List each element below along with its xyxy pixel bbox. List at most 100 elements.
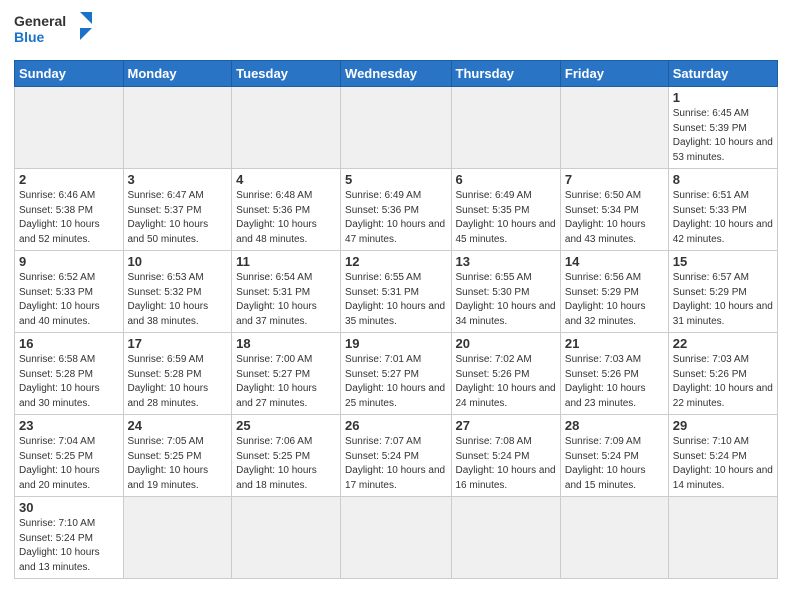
day-header-sunday: Sunday: [15, 61, 124, 87]
day-info: Sunrise: 7:02 AM Sunset: 5:26 PM Dayligh…: [456, 353, 556, 411]
calendar-cell: [560, 497, 668, 579]
day-info: Sunrise: 6:45 AM Sunset: 5:39 PM Dayligh…: [673, 107, 773, 165]
day-info: Sunrise: 7:08 AM Sunset: 5:24 PM Dayligh…: [456, 435, 556, 493]
calendar-cell: 21 Sunrise: 7:03 AM Sunset: 5:26 PM Dayli…: [560, 333, 668, 415]
day-number: 24: [128, 418, 228, 433]
calendar-cell: 25Sunrise: 7:06 AM Sunset: 5:25 PM Dayli…: [232, 415, 341, 497]
calendar-cell: 18 Sunrise: 7:00 AM Sunset: 5:27 PM Dayli…: [232, 333, 341, 415]
day-info: Sunrise: 7:03 AM Sunset: 5:26 PM Dayligh…: [565, 353, 664, 411]
calendar-cell: 20Sunrise: 7:02 AM Sunset: 5:26 PM Dayli…: [451, 333, 560, 415]
calendar-cell: [232, 497, 341, 579]
calendar-cell: [341, 497, 451, 579]
day-number: 12: [345, 254, 446, 269]
day-number: 4: [236, 172, 336, 187]
day-info: Sunrise: 6:46 AM Sunset: 5:38 PM Dayligh…: [19, 189, 119, 247]
day-number: 17: [128, 336, 228, 351]
day-number: 11: [236, 254, 336, 269]
calendar-cell: 17 Sunrise: 6:59 AM Sunset: 5:28 PM Dayli…: [123, 333, 232, 415]
calendar-cell: 22 Sunrise: 7:03 AM Sunset: 5:26 PM Dayli…: [668, 333, 777, 415]
day-info: Sunrise: 7:03 AM Sunset: 5:26 PM Dayligh…: [673, 353, 773, 411]
day-info: Sunrise: 6:55 AM Sunset: 5:31 PM Dayligh…: [345, 271, 446, 329]
day-number: 22: [673, 336, 773, 351]
day-info: Sunrise: 6:55 AM Sunset: 5:30 PM Dayligh…: [456, 271, 556, 329]
day-header-thursday: Thursday: [451, 61, 560, 87]
day-info: Sunrise: 6:56 AM Sunset: 5:29 PM Dayligh…: [565, 271, 664, 329]
day-info: Sunrise: 6:51 AM Sunset: 5:33 PM Dayligh…: [673, 189, 773, 247]
day-info: Sunrise: 6:57 AM Sunset: 5:29 PM Dayligh…: [673, 271, 773, 329]
day-info: Sunrise: 6:48 AM Sunset: 5:36 PM Dayligh…: [236, 189, 336, 247]
day-number: 10: [128, 254, 228, 269]
day-header-friday: Friday: [560, 61, 668, 87]
calendar-cell: 14Sunrise: 6:56 AM Sunset: 5:29 PM Dayli…: [560, 251, 668, 333]
day-info: Sunrise: 6:50 AM Sunset: 5:34 PM Dayligh…: [565, 189, 664, 247]
day-number: 30: [19, 500, 119, 515]
calendar-cell: 9 Sunrise: 6:52 AM Sunset: 5:33 PM Daylig…: [15, 251, 124, 333]
calendar-cell: 29Sunrise: 7:10 AM Sunset: 5:24 PM Dayli…: [668, 415, 777, 497]
calendar-cell: 5 Sunrise: 6:49 AM Sunset: 5:36 PM Daylig…: [341, 169, 451, 251]
calendar-cell: 30 Sunrise: 7:10 AM Sunset: 5:24 PM Dayli…: [15, 497, 124, 579]
day-header-tuesday: Tuesday: [232, 61, 341, 87]
day-info: Sunrise: 6:47 AM Sunset: 5:37 PM Dayligh…: [128, 189, 228, 247]
calendar-cell: 15 Sunrise: 6:57 AM Sunset: 5:29 PM Dayli…: [668, 251, 777, 333]
day-number: 2: [19, 172, 119, 187]
calendar-cell: 11 Sunrise: 6:54 AM Sunset: 5:31 PM Dayli…: [232, 251, 341, 333]
day-info: Sunrise: 7:10 AM Sunset: 5:24 PM Dayligh…: [673, 435, 773, 493]
day-info: Sunrise: 6:53 AM Sunset: 5:32 PM Dayligh…: [128, 271, 228, 329]
day-number: 5: [345, 172, 446, 187]
day-number: 23: [19, 418, 119, 433]
day-info: Sunrise: 6:52 AM Sunset: 5:33 PM Dayligh…: [19, 271, 119, 329]
calendar-cell: 1 Sunrise: 6:45 AM Sunset: 5:39 PM Daylig…: [668, 87, 777, 169]
day-number: 16: [19, 336, 119, 351]
calendar-cell: [451, 497, 560, 579]
day-info: Sunrise: 7:07 AM Sunset: 5:24 PM Dayligh…: [345, 435, 446, 493]
svg-text:Blue: Blue: [14, 29, 45, 45]
calendar-cell: [668, 497, 777, 579]
day-info: Sunrise: 7:00 AM Sunset: 5:27 PM Dayligh…: [236, 353, 336, 411]
day-number: 7: [565, 172, 664, 187]
day-number: 26: [345, 418, 446, 433]
calendar-week-4: 23 Sunrise: 7:04 AM Sunset: 5:25 PM Dayli…: [15, 415, 778, 497]
day-info: Sunrise: 6:49 AM Sunset: 5:36 PM Dayligh…: [345, 189, 446, 247]
svg-text:General: General: [14, 13, 66, 29]
calendar-cell: 2 Sunrise: 6:46 AM Sunset: 5:38 PM Daylig…: [15, 169, 124, 251]
calendar-cell: [123, 87, 232, 169]
calendar-cell: 24Sunrise: 7:05 AM Sunset: 5:25 PM Dayli…: [123, 415, 232, 497]
day-number: 18: [236, 336, 336, 351]
day-info: Sunrise: 6:59 AM Sunset: 5:28 PM Dayligh…: [128, 353, 228, 411]
day-number: 1: [673, 90, 773, 105]
calendar-cell: 8 Sunrise: 6:51 AM Sunset: 5:33 PM Daylig…: [668, 169, 777, 251]
calendar-cell: 3Sunrise: 6:47 AM Sunset: 5:37 PM Daylig…: [123, 169, 232, 251]
calendar-cell: 19 Sunrise: 7:01 AM Sunset: 5:27 PM Dayli…: [341, 333, 451, 415]
day-number: 15: [673, 254, 773, 269]
calendar-container: GeneralBlue SundayMondayTuesdayWednesday…: [0, 0, 792, 589]
day-number: 13: [456, 254, 556, 269]
calendar-cell: [15, 87, 124, 169]
calendar-week-3: 16Sunrise: 6:58 AM Sunset: 5:28 PM Dayli…: [15, 333, 778, 415]
calendar-week-5: 30 Sunrise: 7:10 AM Sunset: 5:24 PM Dayli…: [15, 497, 778, 579]
day-info: Sunrise: 7:10 AM Sunset: 5:24 PM Dayligh…: [19, 517, 119, 575]
day-info: Sunrise: 7:04 AM Sunset: 5:25 PM Dayligh…: [19, 435, 119, 493]
day-number: 6: [456, 172, 556, 187]
calendar-cell: [341, 87, 451, 169]
day-header-monday: Monday: [123, 61, 232, 87]
day-info: Sunrise: 7:09 AM Sunset: 5:24 PM Dayligh…: [565, 435, 664, 493]
calendar-cell: [451, 87, 560, 169]
calendar-cell: 27 Sunrise: 7:08 AM Sunset: 5:24 PM Dayli…: [451, 415, 560, 497]
calendar-cell: 10 Sunrise: 6:53 AM Sunset: 5:32 PM Dayli…: [123, 251, 232, 333]
day-number: 25: [236, 418, 336, 433]
day-info: Sunrise: 7:01 AM Sunset: 5:27 PM Dayligh…: [345, 353, 446, 411]
day-number: 8: [673, 172, 773, 187]
calendar-cell: 6Sunrise: 6:49 AM Sunset: 5:35 PM Daylig…: [451, 169, 560, 251]
calendar-cell: 16Sunrise: 6:58 AM Sunset: 5:28 PM Dayli…: [15, 333, 124, 415]
calendar-cell: [560, 87, 668, 169]
day-number: 19: [345, 336, 446, 351]
calendar-week-0: 1 Sunrise: 6:45 AM Sunset: 5:39 PM Daylig…: [15, 87, 778, 169]
day-number: 9: [19, 254, 119, 269]
header: GeneralBlue: [14, 10, 778, 52]
day-number: 21: [565, 336, 664, 351]
calendar-cell: [232, 87, 341, 169]
calendar-cell: 12 Sunrise: 6:55 AM Sunset: 5:31 PM Dayli…: [341, 251, 451, 333]
day-number: 27: [456, 418, 556, 433]
calendar-table: SundayMondayTuesdayWednesdayThursdayFrid…: [14, 60, 778, 579]
day-info: Sunrise: 6:54 AM Sunset: 5:31 PM Dayligh…: [236, 271, 336, 329]
